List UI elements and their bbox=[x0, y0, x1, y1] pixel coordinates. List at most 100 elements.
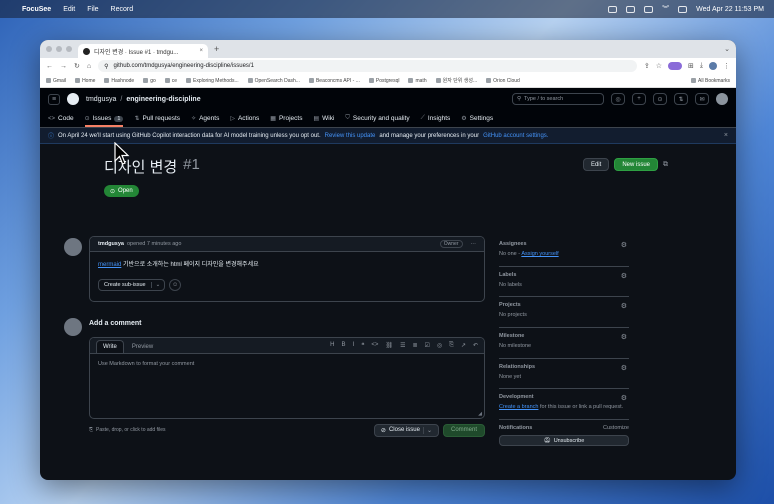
menubar-edit[interactable]: Edit bbox=[63, 6, 75, 13]
browser-menu-icon[interactable]: ⋮ bbox=[723, 62, 730, 70]
site-info-icon[interactable]: ⚲ bbox=[104, 63, 108, 70]
issues-icon[interactable]: ⊙ bbox=[653, 93, 667, 105]
tab-pull-requests[interactable]: ⇅ Pull requests bbox=[134, 115, 180, 127]
browser-tab[interactable]: 디자인 변경 · Issue #1 · tmdgu... × bbox=[78, 44, 208, 58]
bookmark-item[interactable]: OpenSearch Dash... bbox=[247, 78, 300, 84]
heading-icon[interactable]: H bbox=[330, 342, 334, 349]
avatar[interactable] bbox=[64, 238, 82, 256]
extension-icon[interactable] bbox=[668, 62, 683, 70]
bookmark-item[interactable]: go bbox=[143, 78, 156, 84]
close-icon[interactable]: × bbox=[724, 132, 728, 139]
tab-preview[interactable]: Preview bbox=[124, 341, 161, 353]
inbox-icon[interactable]: ✉ bbox=[695, 93, 709, 105]
tab-wiki[interactable]: ▤ Wiki bbox=[313, 115, 334, 127]
chevron-down-icon[interactable]: ⌄ bbox=[422, 426, 432, 434]
breadcrumb-owner[interactable]: tmdgusya bbox=[86, 96, 116, 103]
bold-icon[interactable]: B bbox=[342, 342, 346, 349]
emoji-reaction-icon[interactable]: ☺ bbox=[169, 279, 182, 291]
battery-icon[interactable] bbox=[678, 5, 688, 13]
menu-icon[interactable]: ≡ bbox=[48, 93, 60, 105]
tab-code[interactable]: <> Code bbox=[48, 115, 74, 127]
breadcrumb-repo[interactable]: engineering-discipline bbox=[126, 96, 200, 103]
resize-handle-icon[interactable]: ◢ bbox=[478, 411, 482, 417]
forward-icon[interactable]: → bbox=[60, 63, 67, 70]
comment-link[interactable]: mermaid bbox=[98, 262, 121, 268]
copilot-icon[interactable]: ◎ bbox=[437, 342, 442, 349]
avatar[interactable] bbox=[716, 93, 728, 105]
search-input[interactable]: ⚲ Type / to search bbox=[512, 93, 604, 105]
github-logo-icon[interactable] bbox=[67, 93, 79, 105]
comment-button[interactable]: Comment bbox=[442, 423, 485, 437]
tab-issues[interactable]: ⊙ Issues 1 bbox=[84, 115, 124, 127]
status-icon[interactable] bbox=[608, 5, 618, 13]
gear-icon[interactable]: ⚙ bbox=[621, 302, 627, 310]
zoom-window-button[interactable] bbox=[66, 46, 72, 52]
bookmark-item[interactable]: Hashnode bbox=[104, 78, 134, 84]
menubar-clock[interactable]: Wed Apr 22 11:53 PM bbox=[696, 6, 764, 13]
bookmark-item[interactable]: 원자 단위 생성... bbox=[435, 77, 477, 84]
star-icon[interactable]: ☆ bbox=[656, 62, 662, 70]
share-icon[interactable]: ⇪ bbox=[644, 62, 650, 70]
tab-insights[interactable]: ⟋ Insights bbox=[421, 115, 451, 127]
comment-author[interactable]: tmdgusya bbox=[98, 241, 124, 247]
gear-icon[interactable]: ⚙ bbox=[621, 333, 627, 341]
assign-yourself-link[interactable]: Assign yourself bbox=[521, 251, 558, 257]
new-tab-icon[interactable]: + bbox=[214, 44, 219, 54]
profile-avatar[interactable] bbox=[709, 62, 717, 70]
banner-review-link[interactable]: Review this update bbox=[325, 133, 376, 139]
bookmark-item[interactable]: Orion Cloud bbox=[486, 78, 520, 84]
menubar-record[interactable]: Record bbox=[111, 6, 134, 13]
bookmark-item[interactable]: Exploring Methods... bbox=[186, 78, 239, 84]
wifi-icon[interactable]: ︾ bbox=[662, 4, 669, 14]
download-icon[interactable]: ⤓ bbox=[700, 62, 703, 70]
status-icon[interactable] bbox=[626, 5, 636, 13]
gear-icon[interactable]: ⚙ bbox=[621, 364, 627, 372]
bookmark-item[interactable]: Gmail bbox=[46, 78, 66, 84]
edit-button[interactable]: Edit bbox=[582, 158, 610, 171]
tab-write[interactable]: Write bbox=[96, 340, 124, 353]
quote-icon[interactable]: ❝ bbox=[361, 342, 364, 349]
copy-link-icon[interactable]: ⧉ bbox=[663, 161, 668, 169]
chevron-down-icon[interactable]: ⌄ bbox=[724, 45, 730, 53]
unordered-list-icon[interactable]: ≣ bbox=[412, 342, 417, 349]
url-field[interactable]: ⚲ github.com/tmdgusya/engineering-discip… bbox=[98, 60, 637, 72]
reference-icon[interactable]: ⎘ bbox=[449, 342, 454, 349]
back-icon[interactable]: ← bbox=[46, 63, 53, 70]
tab-actions[interactable]: ▷ Actions bbox=[230, 115, 259, 127]
banner-settings-link[interactable]: GitHub account settings. bbox=[483, 133, 548, 139]
bookmark-item[interactable]: ce bbox=[164, 78, 177, 84]
gear-icon[interactable]: ⚙ bbox=[621, 394, 627, 402]
italic-icon[interactable]: I bbox=[353, 342, 355, 349]
status-icon[interactable] bbox=[644, 5, 654, 13]
chevron-down-icon[interactable]: ⌄ bbox=[150, 282, 165, 288]
attach-icon[interactable]: ⎘ bbox=[89, 427, 93, 433]
bookmark-item[interactable]: Beaconcms API - ... bbox=[308, 78, 360, 84]
link-icon[interactable]: ⛓ bbox=[385, 342, 393, 349]
home-icon[interactable]: ⌂ bbox=[87, 63, 91, 70]
task-list-icon[interactable]: ☑ bbox=[424, 342, 429, 349]
bookmark-item[interactable]: math bbox=[408, 78, 427, 84]
all-bookmarks[interactable]: All Bookmarks bbox=[691, 78, 730, 84]
undo-icon[interactable]: ↶ bbox=[473, 342, 478, 349]
create-branch-link[interactable]: Create a branch bbox=[499, 404, 538, 410]
pull-requests-icon[interactable]: ⇅ bbox=[674, 93, 688, 105]
bookmark-item[interactable]: Home bbox=[75, 78, 95, 84]
ordered-list-icon[interactable]: ☰ bbox=[400, 342, 405, 349]
close-window-button[interactable] bbox=[46, 46, 52, 52]
reload-icon[interactable]: ↻ bbox=[74, 62, 80, 70]
close-issue-button[interactable]: ⊘ Close issue ⌄ bbox=[373, 423, 439, 437]
menubar-file[interactable]: File bbox=[87, 6, 98, 13]
gear-icon[interactable]: ⚙ bbox=[621, 272, 627, 280]
customize-link[interactable]: Customize bbox=[603, 425, 629, 431]
unsubscribe-button[interactable]: 🔕︎ Unsubscribe bbox=[499, 435, 629, 447]
mention-icon[interactable]: ↗ bbox=[461, 342, 466, 349]
kebab-menu-icon[interactable]: ⋯ bbox=[471, 241, 477, 247]
paste-hint[interactable]: Paste, drop, or click to add files bbox=[96, 427, 165, 433]
close-tab-icon[interactable]: × bbox=[199, 48, 203, 54]
gear-icon[interactable]: ⚙ bbox=[621, 241, 627, 249]
new-issue-button[interactable]: New issue bbox=[614, 158, 658, 171]
menubar-app-name[interactable]: FocuSee bbox=[22, 6, 51, 13]
copilot-icon[interactable]: ◎ bbox=[611, 93, 625, 105]
comment-textarea[interactable]: Use Markdown to format your comment bbox=[90, 354, 484, 374]
extensions-icon[interactable]: ⊞ bbox=[688, 62, 694, 70]
